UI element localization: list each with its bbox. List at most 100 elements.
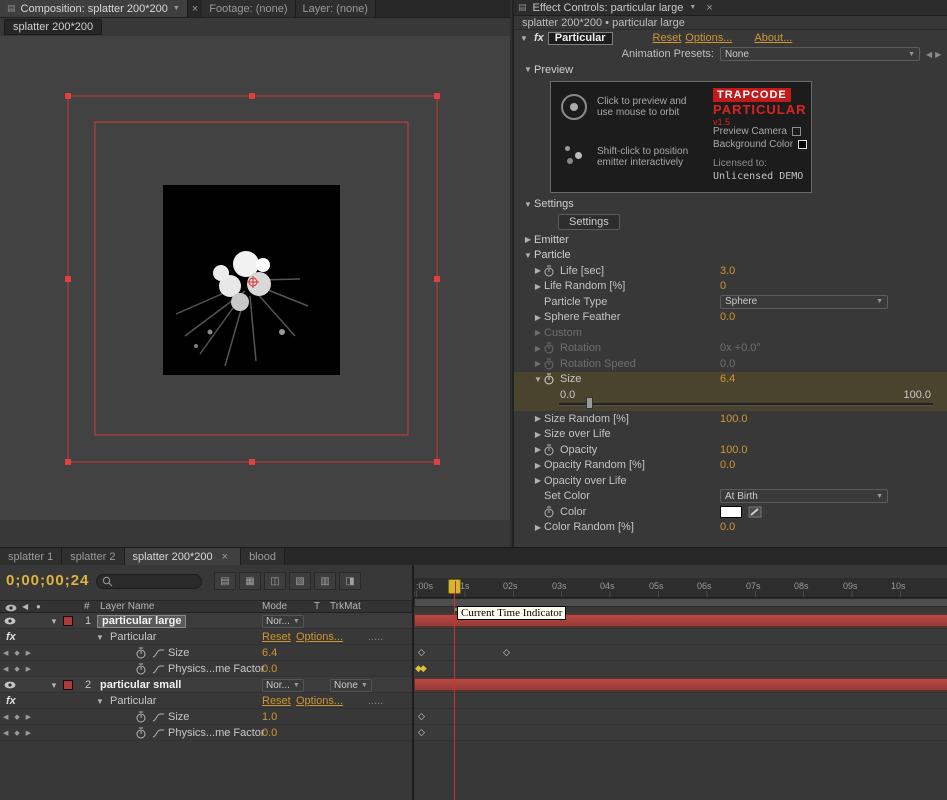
close-panel-icon[interactable]: ×	[702, 2, 716, 14]
eyedropper-icon[interactable]	[748, 506, 762, 518]
prop-value[interactable]: 6.4	[720, 373, 735, 385]
stopwatch-icon[interactable]	[136, 725, 146, 741]
effect-name[interactable]: Particular	[548, 32, 613, 45]
prop-label[interactable]: Size	[168, 709, 189, 725]
shy-layers-icon[interactable]: ◫	[264, 572, 286, 590]
prop-value[interactable]: 0.0	[262, 661, 277, 677]
keyframe-icon[interactable]: ◇	[418, 727, 425, 738]
keyframe-icon[interactable]: ◇	[418, 647, 425, 658]
section-expand-icon[interactable]	[522, 235, 534, 244]
current-time-display[interactable]: 0;00;00;24	[6, 572, 89, 589]
keyframe-navigator[interactable]: ◀ ◆ ▶	[3, 709, 33, 725]
eye-icon[interactable]	[4, 613, 16, 629]
tab-layer[interactable]: Layer: (none)	[296, 0, 376, 17]
close-panel-icon[interactable]: ×	[188, 3, 202, 15]
search-input[interactable]	[96, 574, 202, 589]
prop-value[interactable]: 0.0	[720, 459, 735, 471]
keyframe-icon[interactable]: ◇	[503, 647, 510, 658]
stopwatch-icon[interactable]	[544, 265, 560, 277]
blend-mode-dropdown[interactable]: Nor...▼	[262, 679, 304, 692]
keyframe-pair-icon[interactable]: ◆◆	[415, 663, 425, 674]
layer-expand-icon[interactable]	[50, 613, 62, 629]
fx-badge-icon[interactable]: fx	[534, 32, 544, 44]
prop-label[interactable]: Physics...me Factor	[168, 661, 265, 677]
preset-next-icon[interactable]: ▶	[935, 50, 941, 59]
expand-icon[interactable]	[532, 359, 544, 368]
blend-mode-dropdown[interactable]: Nor...▼	[262, 615, 304, 628]
layer-expand-icon[interactable]	[50, 677, 62, 693]
preset-prev-icon[interactable]: ◀	[926, 50, 932, 59]
current-time-indicator-handle[interactable]	[448, 579, 461, 594]
layer-name[interactable]: particular small	[100, 677, 181, 693]
effect-expand-icon[interactable]	[96, 629, 108, 645]
fx-badge-icon[interactable]: fx	[6, 693, 16, 709]
composition-mini-flowchart-icon[interactable]: ▤	[214, 572, 236, 590]
particle-type-dropdown[interactable]: Sphere ▼	[720, 295, 888, 309]
comp-tab-splatter[interactable]: splatter 200*200	[4, 19, 102, 35]
prop-label[interactable]: Physics...me Factor	[168, 725, 265, 741]
animation-presets-dropdown[interactable]: None ▼	[720, 47, 920, 61]
time-ruler[interactable]: :00s 01s 02s 03s 04s 05s 06s 07s 08s 09s…	[414, 578, 947, 598]
layer-color-swatch[interactable]	[63, 616, 73, 626]
reset-link[interactable]: Reset	[653, 32, 682, 44]
expand-icon[interactable]	[532, 266, 544, 275]
color-swatch[interactable]	[720, 506, 742, 518]
prop-value[interactable]: 3.0	[720, 265, 735, 277]
keyframe-navigator[interactable]: ◀ ◆ ▶	[3, 645, 33, 661]
layer-row-1[interactable]: 1 particular large Nor...▼	[0, 613, 412, 629]
close-tab-icon[interactable]: ×	[218, 551, 232, 563]
section-expand-icon[interactable]	[522, 65, 534, 74]
column-trkmat[interactable]: TrkMat	[330, 601, 361, 612]
column-mode[interactable]: Mode	[262, 601, 287, 612]
tab-splatter-1[interactable]: splatter 1	[0, 548, 62, 565]
layer-color-swatch[interactable]	[63, 680, 73, 690]
section-expand-icon[interactable]	[522, 200, 534, 209]
expand-icon[interactable]	[532, 344, 544, 353]
layer-duration-bar-2[interactable]	[414, 678, 947, 691]
particular-preview-box[interactable]: Click to preview and use mouse to orbit …	[550, 81, 812, 193]
fx-badge-icon[interactable]: fx	[6, 629, 16, 645]
ellipsis[interactable]: .....	[368, 629, 383, 645]
prop-label[interactable]: Size	[168, 645, 189, 661]
layer-name[interactable]: particular large	[97, 615, 186, 628]
panel-menu-icon[interactable]: ▼	[689, 4, 696, 11]
prop-value[interactable]: 0	[720, 280, 726, 292]
about-link[interactable]: About...	[754, 32, 792, 44]
effect-expand-icon[interactable]	[96, 693, 108, 709]
prop-value[interactable]: 0.0	[262, 725, 277, 741]
stopwatch-icon[interactable]	[544, 506, 560, 518]
column-t[interactable]: T	[314, 601, 320, 612]
expand-icon[interactable]	[532, 313, 544, 322]
prop-value[interactable]: 1.0	[262, 709, 277, 725]
effect-name[interactable]: Particular	[110, 693, 156, 709]
composition-viewport[interactable]	[0, 36, 510, 520]
set-color-dropdown[interactable]: At Birth ▼	[720, 489, 888, 503]
stopwatch-icon[interactable]	[136, 661, 146, 677]
expand-icon[interactable]	[532, 430, 544, 439]
timeline-right[interactable]: :00s 01s 02s 03s 04s 05s 06s 07s 08s 09s…	[412, 565, 947, 800]
size-slider-track[interactable]	[559, 403, 933, 406]
current-time-indicator-line[interactable]	[454, 580, 455, 800]
stopwatch-icon[interactable]	[136, 709, 146, 725]
reset-link[interactable]: Reset	[262, 629, 291, 645]
options-link[interactable]: Options...	[685, 32, 732, 44]
stopwatch-icon[interactable]	[544, 373, 560, 385]
effect-name[interactable]: Particular	[110, 629, 156, 645]
panel-menu-icon[interactable]: ▼	[173, 5, 180, 12]
stopwatch-icon[interactable]	[544, 444, 560, 456]
size-slider-thumb[interactable]	[586, 397, 593, 409]
layer-row-2[interactable]: 2 particular small Nor...▼ None▼	[0, 677, 412, 693]
keyframe-navigator[interactable]: ◀ ◆ ▶	[3, 725, 33, 741]
prop-value[interactable]: 0.0	[720, 521, 735, 533]
expand-icon[interactable]	[532, 461, 544, 470]
prop-value[interactable]: 100.0	[720, 413, 748, 425]
keyframe-icon[interactable]: ◇	[418, 711, 425, 722]
expand-icon[interactable]	[532, 445, 544, 454]
stopwatch-icon[interactable]	[136, 645, 146, 661]
tab-footage[interactable]: Footage: (none)	[202, 0, 295, 17]
trkmat-dropdown[interactable]: None▼	[330, 679, 372, 692]
expand-icon[interactable]	[532, 414, 544, 423]
tab-splatter-2[interactable]: splatter 2	[62, 548, 124, 565]
expand-icon[interactable]	[532, 375, 544, 384]
prop-value[interactable]: 6.4	[262, 645, 277, 661]
